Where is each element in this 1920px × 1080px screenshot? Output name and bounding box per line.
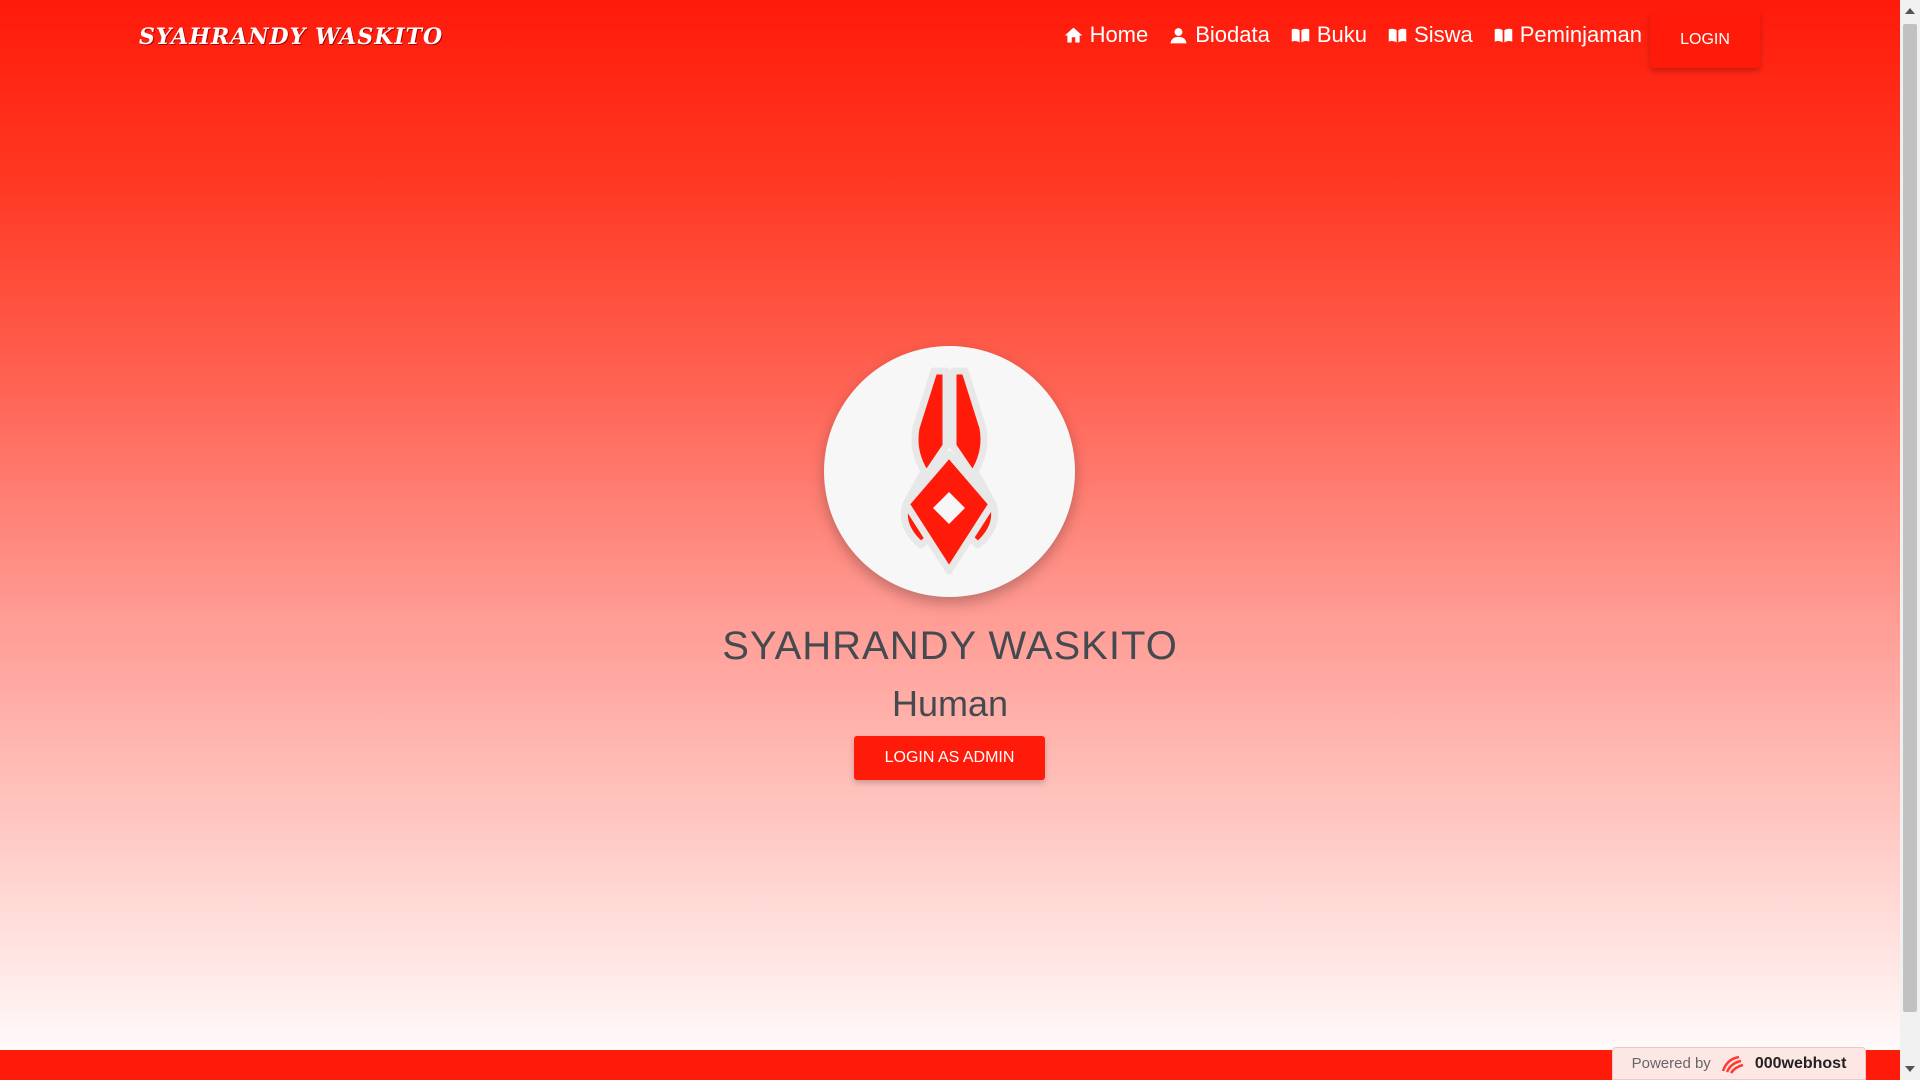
profile-role: Human [891, 683, 1009, 724]
vertical-scrollbar[interactable] [1900, 0, 1920, 1080]
profile-name: SYAHRANDY WASKITO [722, 624, 1178, 668]
user-icon [1170, 27, 1187, 43]
powered-by-badge[interactable]: Powered by 000webhost [1612, 1047, 1866, 1080]
home-icon [1064, 27, 1082, 42]
nav-item-peminjaman[interactable]: Peminjaman [1493, 22, 1642, 48]
book-icon [1388, 28, 1407, 42]
nav-item-label: Siswa [1414, 22, 1473, 47]
horned-emblem-icon [900, 367, 999, 575]
nav-menu: Home Biodata Buku Siswa Peminjaman [1063, 22, 1642, 48]
nav-item-home[interactable]: Home [1063, 22, 1149, 48]
navbar: SYAHRANDY WASKITO Home Biodata Buku Sisw… [0, 0, 1900, 80]
book-icon [1291, 28, 1310, 42]
site-brand[interactable]: SYAHRANDY WASKITO [139, 24, 443, 50]
nav-item-biodata[interactable]: Biodata [1168, 22, 1270, 48]
scroll-thumb[interactable] [1903, 24, 1917, 1012]
powered-by-label: Powered by [1631, 1055, 1711, 1072]
nav-item-label: Home [1089, 22, 1149, 47]
avatar [824, 346, 1075, 597]
scroll-down-icon[interactable] [1905, 1066, 1915, 1072]
login-as-admin-button[interactable]: LOGIN AS ADMIN [854, 736, 1045, 780]
host-name: 000webhost [1754, 1054, 1847, 1072]
nav-item-label: Buku [1316, 22, 1368, 47]
nav-item-label: Biodata [1195, 22, 1270, 47]
scroll-up-icon[interactable] [1905, 8, 1915, 14]
host-logo-icon [1721, 1055, 1744, 1074]
login-button[interactable]: LOGIN [1650, 12, 1760, 68]
nav-item-siswa[interactable]: Siswa [1387, 22, 1473, 48]
nav-item-buku[interactable]: Buku [1290, 22, 1367, 48]
book-icon [1494, 28, 1512, 42]
nav-item-label: Peminjaman [1519, 22, 1642, 47]
